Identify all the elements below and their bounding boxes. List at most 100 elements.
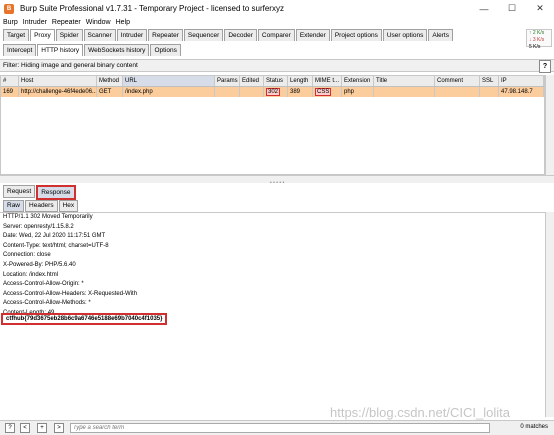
- search-help-button[interactable]: ?: [5, 423, 15, 433]
- col-ssl[interactable]: SSL: [480, 76, 499, 86]
- search-options-button[interactable]: +: [37, 423, 47, 433]
- cell-params: [215, 87, 240, 97]
- response-line: Connection: close: [3, 252, 51, 259]
- tab-intercept[interactable]: Intercept: [3, 44, 37, 56]
- minimize-button[interactable]: —: [470, 0, 498, 17]
- table-vertical-scrollbar[interactable]: [545, 75, 554, 175]
- tab-websockets-history[interactable]: WebSockets history: [84, 44, 150, 56]
- http-history-table: # Host Method URL Params Edited Status L…: [0, 75, 545, 175]
- col-mime[interactable]: MIME t...: [313, 76, 342, 86]
- response-line: Access-Control-Allow-Headers: X-Requeste…: [3, 290, 138, 297]
- col-extension[interactable]: Extension: [342, 76, 374, 86]
- tab-hex[interactable]: Hex: [58, 200, 79, 212]
- tab-project-options[interactable]: Project options: [330, 29, 382, 41]
- menu-burp[interactable]: Burp: [3, 19, 18, 26]
- upload-speed: ↑ 2 K/s: [529, 30, 545, 36]
- search-input[interactable]: [70, 423, 490, 433]
- tab-options[interactable]: Options: [150, 44, 181, 56]
- cell-status: 302: [264, 87, 288, 97]
- response-line: Content-Type: text/html; charset=UTF-8: [3, 242, 109, 249]
- tab-proxy[interactable]: Proxy: [30, 29, 55, 41]
- search-prev-button[interactable]: <: [20, 423, 30, 433]
- tab-decoder[interactable]: Decoder: [224, 29, 257, 41]
- cell-ip: 47.98.148.7: [499, 87, 544, 97]
- title-bar: B Burp Suite Professional v1.7.31 - Temp…: [0, 0, 554, 17]
- menu-help[interactable]: Help: [116, 19, 130, 26]
- menu-bar: Burp Intruder Repeater Window Help: [0, 17, 135, 28]
- main-tabs: Target Proxy Spider Scanner Intruder Rep…: [3, 29, 454, 41]
- tab-spider[interactable]: Spider: [55, 29, 83, 41]
- table-row[interactable]: 169 http://challenge-46f4ede06... GET /i…: [1, 87, 544, 97]
- response-line: Location: /index.html: [3, 271, 59, 278]
- col-comment[interactable]: Comment: [435, 76, 480, 86]
- response-line: Server: openresty/1.15.8.2: [3, 223, 74, 230]
- flag-text: ctfhub{79d3675eb28b6c9a6746e5188e69b7040…: [1, 313, 168, 325]
- close-button[interactable]: ✕: [526, 0, 554, 17]
- col-length[interactable]: Length: [288, 76, 313, 86]
- search-next-button[interactable]: >: [54, 423, 64, 433]
- tab-raw[interactable]: Raw: [3, 200, 25, 212]
- download-speed: ↓ 3 K/s: [529, 37, 545, 43]
- cell-comment: [435, 87, 480, 97]
- cell-method: GET: [97, 87, 123, 97]
- response-line: HTTP/1.1 302 Moved Temporarily: [3, 214, 93, 220]
- proxy-sub-tabs: Intercept HTTP history WebSockets histor…: [3, 44, 182, 56]
- col-status[interactable]: Status: [264, 76, 288, 86]
- search-bar: ? < + > 0 matches: [0, 420, 554, 435]
- tab-user-options[interactable]: User options: [382, 29, 428, 41]
- cell-num: 169: [1, 87, 19, 97]
- filter-text[interactable]: Filter: Hiding image and general binary …: [3, 62, 138, 69]
- tab-repeater[interactable]: Repeater: [148, 29, 183, 41]
- network-speed-widget: ↑ 2 K/s ↓ 3 K/s 5 K/s: [526, 29, 552, 50]
- response-line: X-Powered-By: PHP/5.6.40: [3, 261, 76, 268]
- total-speed: 5 K/s: [529, 44, 541, 50]
- col-method[interactable]: Method: [97, 76, 123, 86]
- menu-window[interactable]: Window: [86, 19, 111, 26]
- window-controls: — ☐ ✕: [470, 0, 554, 17]
- tab-alerts[interactable]: Alerts: [428, 29, 453, 41]
- response-body[interactable]: HTTP/1.1 302 Moved Temporarily Server: o…: [0, 212, 545, 418]
- tab-scanner[interactable]: Scanner: [83, 29, 116, 41]
- tab-response[interactable]: Response: [36, 185, 76, 200]
- response-line: Date: Wed, 22 Jul 2020 11:17:51 GMT: [3, 233, 106, 240]
- response-line: Access-Control-Allow-Methods: *: [3, 300, 91, 307]
- tab-intruder[interactable]: Intruder: [116, 29, 148, 41]
- cell-url: /index.php: [123, 87, 215, 97]
- message-tabs: Request Response: [3, 185, 77, 200]
- maximize-button[interactable]: ☐: [498, 0, 526, 17]
- col-params[interactable]: Params: [215, 76, 240, 86]
- status-highlight: 302: [266, 88, 281, 96]
- watermark-text: https://blog.csdn.net/CICI_lolita: [330, 405, 510, 420]
- tab-comparer[interactable]: Comparer: [257, 29, 295, 41]
- menu-repeater[interactable]: Repeater: [52, 19, 81, 26]
- response-line: Access-Control-Allow-Origin: *: [3, 281, 84, 288]
- mime-highlight: CSS: [315, 88, 332, 96]
- burp-app-icon: B: [4, 3, 14, 14]
- col-num[interactable]: #: [1, 76, 19, 86]
- cell-title: [374, 87, 435, 97]
- col-title[interactable]: Title: [374, 76, 435, 86]
- window-title: Burp Suite Professional v1.7.31 - Tempor…: [20, 4, 284, 13]
- col-host[interactable]: Host: [19, 76, 97, 86]
- help-button[interactable]: ?: [539, 60, 551, 73]
- filter-bar[interactable]: Filter: Hiding image and general binary …: [0, 59, 554, 73]
- match-count: 0 matches: [520, 424, 548, 430]
- cell-host: http://challenge-46f4ede06...: [21, 87, 97, 97]
- tab-headers[interactable]: Headers: [25, 200, 58, 212]
- cell-mime: CSS: [313, 87, 342, 97]
- col-edited[interactable]: Edited: [240, 76, 264, 86]
- tab-sequencer[interactable]: Sequencer: [183, 29, 224, 41]
- cell-edited: [240, 87, 264, 97]
- col-ip[interactable]: IP: [499, 76, 544, 86]
- tab-http-history[interactable]: HTTP history: [37, 44, 84, 56]
- pane-splitter-icon[interactable]: • • • • •: [270, 180, 284, 186]
- menu-intruder[interactable]: Intruder: [23, 19, 47, 26]
- tab-request[interactable]: Request: [3, 185, 36, 198]
- view-tabs: Raw Headers Hex: [3, 200, 79, 212]
- tab-extender[interactable]: Extender: [295, 29, 330, 41]
- col-url[interactable]: URL: [123, 76, 215, 86]
- tab-target[interactable]: Target: [3, 29, 30, 41]
- response-vertical-scrollbar[interactable]: [545, 212, 554, 417]
- table-header: # Host Method URL Params Edited Status L…: [1, 76, 544, 87]
- cell-extension: php: [342, 87, 374, 97]
